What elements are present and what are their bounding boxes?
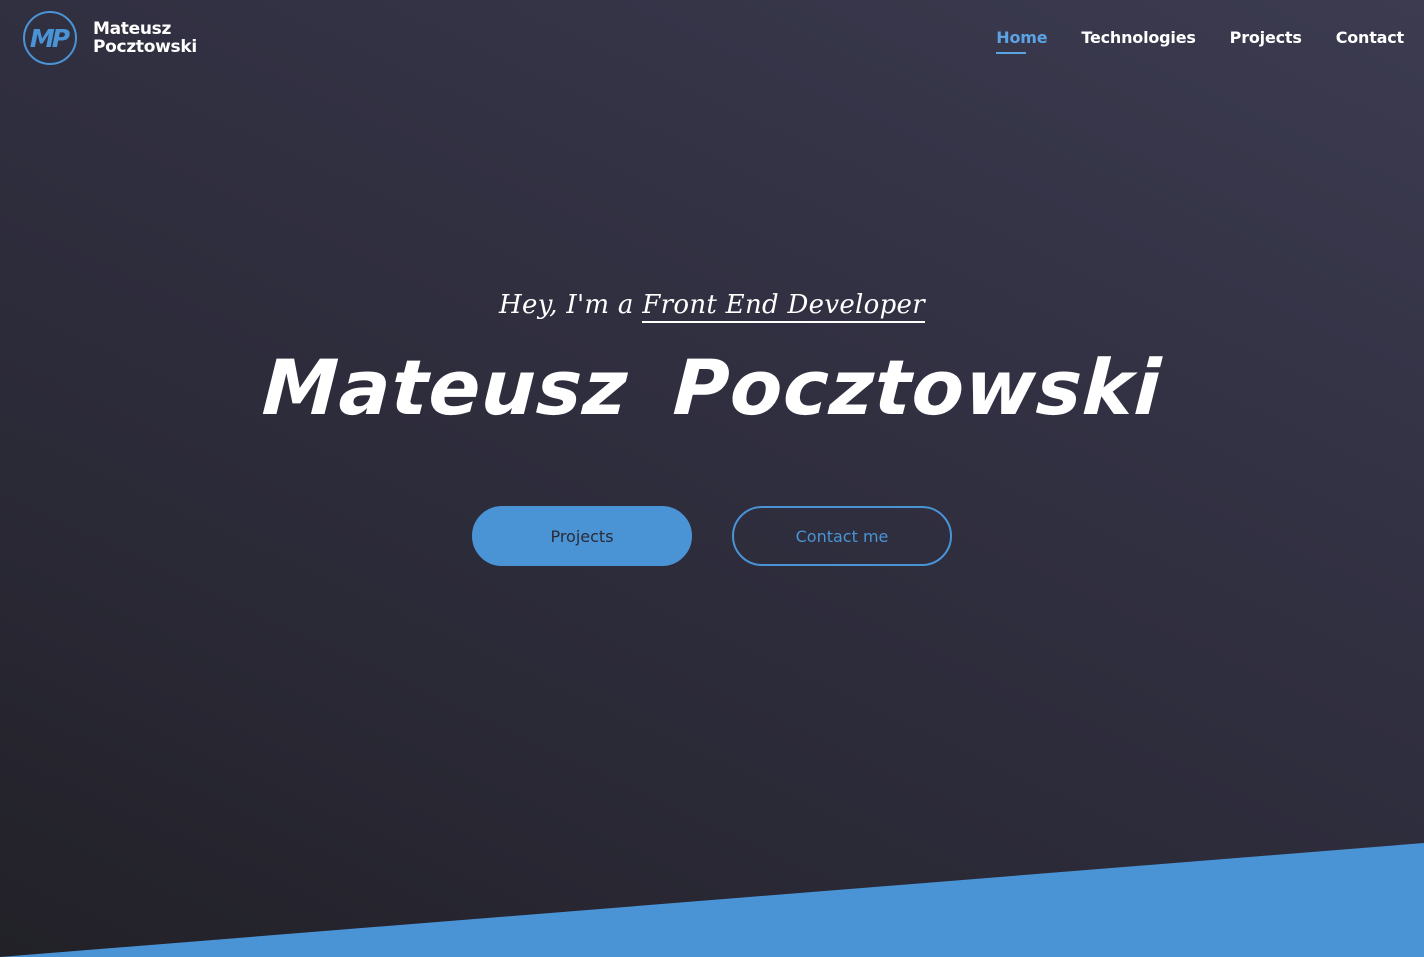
hero-buttons: Projects Contact me <box>472 506 952 566</box>
logo-last-name: Pocztowski <box>93 37 197 57</box>
logo-first-name: Mateusz <box>93 19 172 39</box>
logo-initials: MP <box>29 23 70 53</box>
logo-link[interactable]: MP Mateusz Pocztowski <box>23 11 197 65</box>
hero-subtitle: Hey, I'm a Front End Developer <box>0 290 1424 323</box>
hero-title: Mateusz Pocztowski <box>260 343 1164 432</box>
hero-subtitle-prefix: Hey, I'm a <box>499 290 634 320</box>
main-nav: Home Technologies Projects Contact <box>996 28 1405 54</box>
nav-item-home[interactable]: Home <box>996 28 1048 54</box>
projects-button[interactable]: Projects <box>472 506 692 566</box>
contact-me-button[interactable]: Contact me <box>732 506 952 566</box>
nav-item-technologies[interactable]: Technologies <box>1081 28 1195 53</box>
accent-wedge <box>0 843 1424 957</box>
site-header: MP Mateusz Pocztowski Home Technologies … <box>0 0 1424 80</box>
hero-section: Hey, I'm a Front End Developer Mateusz P… <box>0 290 1424 432</box>
nav-item-projects[interactable]: Projects <box>1230 28 1302 53</box>
nav-item-contact[interactable]: Contact <box>1336 28 1405 53</box>
logo-icon: MP <box>23 11 77 65</box>
hero-role: Front End Developer <box>642 290 925 323</box>
logo-name: Mateusz Pocztowski <box>93 20 197 56</box>
